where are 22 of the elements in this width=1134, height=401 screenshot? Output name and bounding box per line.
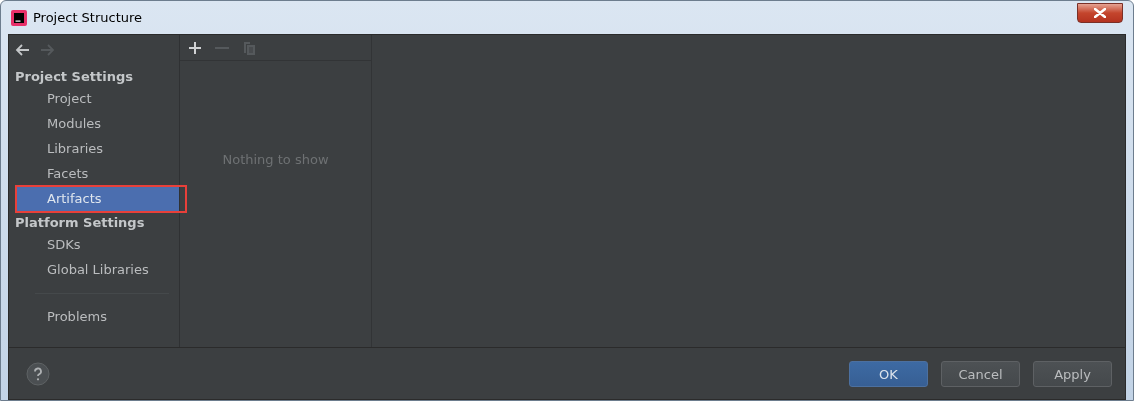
sidebar-item[interactable]: Problems (15, 304, 179, 329)
section-heading: Platform Settings (14, 214, 146, 232)
ok-button[interactable]: OK (849, 361, 928, 387)
sidebar-item[interactable]: Modules (15, 111, 179, 136)
section-heading: Project Settings (14, 68, 134, 86)
plus-icon (188, 40, 202, 55)
close-button[interactable] (1077, 2, 1123, 23)
right-arrow-icon (41, 43, 55, 57)
sidebar-item[interactable]: Libraries (15, 136, 179, 161)
sidebar-item[interactable]: SDKs (15, 232, 179, 257)
copy-icon (242, 40, 256, 55)
sidebar-item[interactable]: Facets (15, 161, 179, 186)
help-icon (26, 361, 50, 386)
sidebar-item[interactable]: Project (15, 86, 179, 111)
dialog-button[interactable]: Apply (1033, 361, 1112, 387)
window-title: Project Structure (33, 10, 143, 25)
left-arrow-icon (15, 43, 29, 57)
close-icon (1094, 7, 1106, 18)
help-button[interactable] (26, 361, 50, 386)
dialog-button[interactable]: Cancel (941, 361, 1020, 387)
sidebar-item[interactable]: Global Libraries (15, 257, 179, 282)
app-icon (11, 9, 27, 26)
